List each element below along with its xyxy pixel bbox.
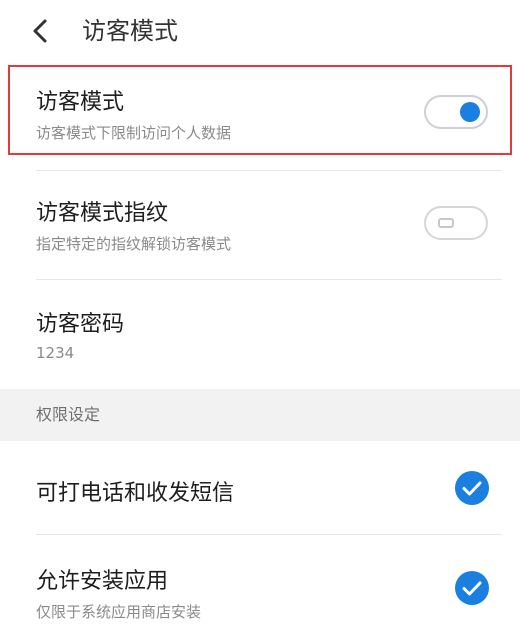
guest-fingerprint-title: 访客模式指纹	[36, 201, 169, 226]
permissions-section-header: 权限设定	[0, 389, 520, 441]
guest-fingerprint-subtitle: 指定特定的指纹解锁访客模式	[36, 235, 232, 253]
permission-install-apps-row[interactable]: 允许安装应用 仅限于系统应用商店安装	[0, 535, 520, 642]
guest-mode-toggle[interactable]	[424, 95, 488, 129]
guest-fingerprint-toggle[interactable]	[424, 206, 488, 240]
guest-password-value: 1234	[36, 344, 75, 362]
page-title: 访客模式	[82, 17, 178, 45]
guest-password-row[interactable]: 访客密码 1234	[0, 280, 520, 389]
back-button[interactable]	[24, 14, 58, 48]
section-label: 权限设定	[36, 405, 101, 424]
permission-install-apps-subtitle: 仅限于系统应用商店安装	[36, 603, 202, 621]
guest-fingerprint-row[interactable]: 访客模式指纹 指定特定的指纹解锁访客模式	[0, 171, 520, 279]
permission-calls-sms-row[interactable]: 可打电话和收发短信	[0, 441, 520, 534]
toggle-knob	[460, 102, 480, 122]
checkmark-circle-icon	[455, 471, 489, 505]
toggle-knob	[438, 218, 454, 228]
guest-password-title: 访客密码	[36, 312, 125, 337]
calls-sms-checkbox[interactable]	[454, 470, 490, 506]
top-app-bar: 访客模式	[0, 0, 520, 62]
install-apps-checkbox[interactable]	[454, 570, 490, 606]
permission-calls-sms-title: 可打电话和收发短信	[36, 481, 235, 506]
guest-mode-row[interactable]: 访客模式 访客模式下限制访问个人数据	[0, 62, 520, 162]
guest-mode-title: 访客模式	[36, 90, 125, 115]
guest-mode-subtitle: 访客模式下限制访问个人数据	[36, 124, 232, 142]
guest-mode-settings-page: 访客模式 访客模式 访客模式下限制访问个人数据 访客模式指纹 指定特定的指纹解锁…	[0, 0, 520, 642]
permission-install-apps-title: 允许安装应用	[36, 569, 169, 594]
checkmark-circle-icon	[455, 571, 489, 605]
chevron-left-icon	[33, 19, 47, 43]
